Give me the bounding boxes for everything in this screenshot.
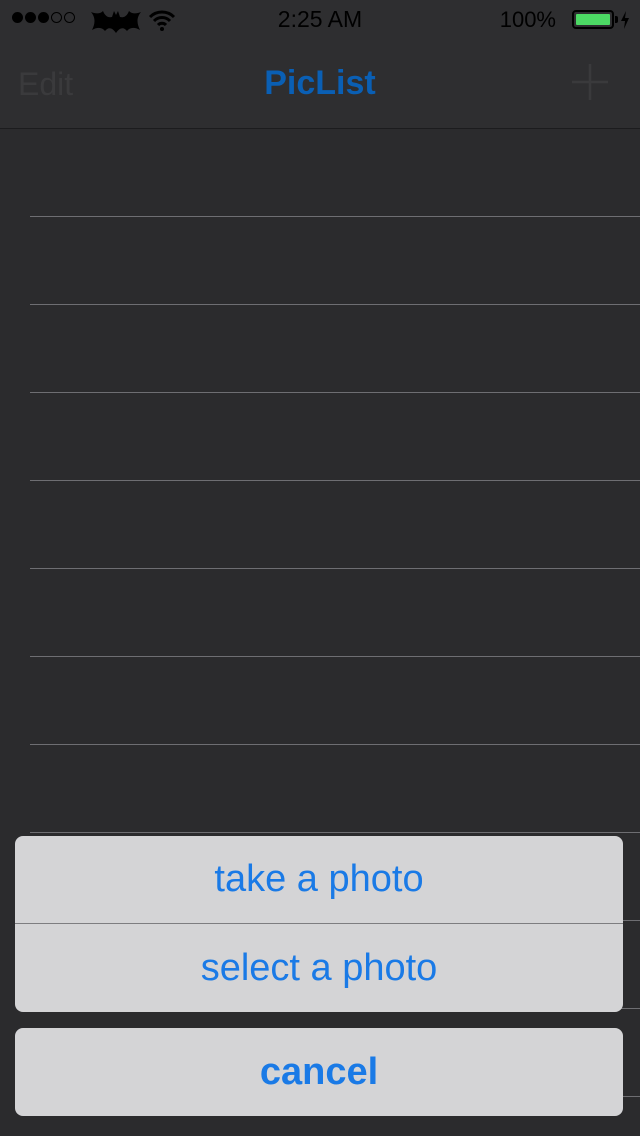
screen: 2:25 AM 100% Edit PicList take a photo s… <box>0 0 640 1136</box>
select-photo-button[interactable]: select a photo <box>15 924 623 1012</box>
battery-cap <box>615 16 618 23</box>
cancel-button[interactable]: cancel <box>15 1028 623 1116</box>
table-row[interactable] <box>30 745 640 833</box>
table-row[interactable] <box>30 657 640 745</box>
page-title: PicList <box>264 64 376 102</box>
table-row[interactable] <box>30 481 640 569</box>
navigation-bar: Edit PicList <box>0 40 640 129</box>
table-row[interactable] <box>30 393 640 481</box>
action-sheet-cancel-group: cancel <box>15 1028 623 1116</box>
charging-bolt-icon <box>621 11 629 29</box>
battery-percent: 100% <box>499 7 556 32</box>
table-row[interactable] <box>30 305 640 393</box>
battery-icon <box>572 10 614 29</box>
table-row[interactable] <box>30 217 640 305</box>
take-photo-button[interactable]: take a photo <box>15 836 623 924</box>
action-sheet: take a photo select a photo <box>15 836 623 1012</box>
battery-fill <box>576 14 610 25</box>
status-bar: 2:25 AM 100% <box>0 0 640 40</box>
table-row[interactable] <box>30 129 640 217</box>
table-row[interactable] <box>30 569 640 657</box>
plus-icon[interactable] <box>570 62 610 102</box>
